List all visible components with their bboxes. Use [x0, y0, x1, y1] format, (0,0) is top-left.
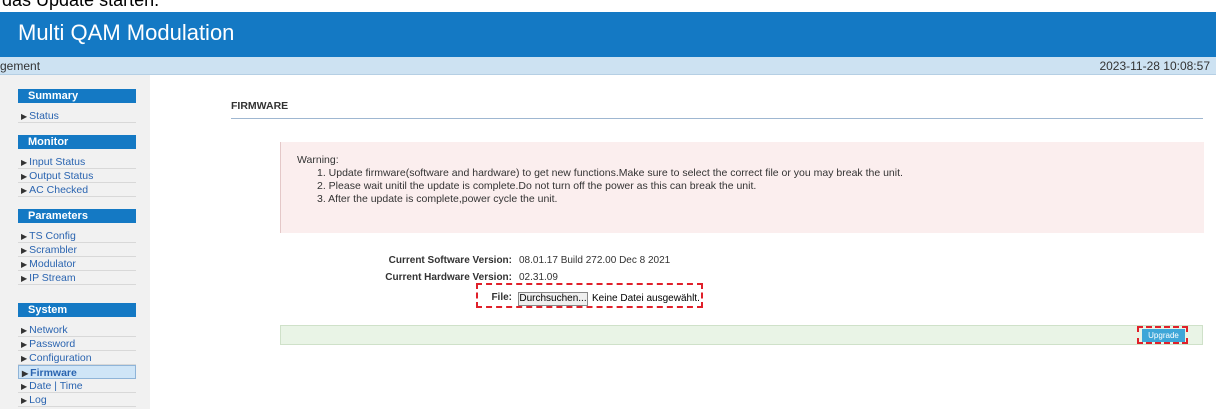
sidebar-item-label: Modulator [29, 258, 76, 270]
sidebar-item-label: Output Status [29, 170, 94, 182]
top-caption: das Update starten. [0, 0, 1216, 12]
sidebar-item-label: AC Checked [29, 184, 89, 196]
triangle-right-icon: ▶ [21, 274, 28, 283]
warning-line: 2. Please wait unitil the update is comp… [317, 180, 757, 192]
hardware-version-value: 02.31.09 [519, 272, 558, 283]
browse-file-button[interactable]: Durchsuchen... [518, 292, 588, 306]
sidebar-item-label: Input Status [29, 156, 86, 168]
software-version-value: 08.01.17 Build 272.00 Dec 8 2021 [519, 255, 671, 266]
sidebar-item-label: Firmware [30, 367, 77, 379]
triangle-right-icon: ▶ [21, 382, 28, 391]
top-caption-text: das Update starten. [2, 0, 160, 10]
sidebar-item-label: Scrambler [29, 244, 78, 256]
action-bar [280, 325, 1203, 345]
nav-group-parameters: Parameters ▶ TS Config ▶ Scrambler ▶ Modula… [18, 209, 136, 285]
hardware-version-label: Current Hardware Version: [385, 272, 512, 283]
sidebar-item-password[interactable]: ▶ Password [18, 337, 136, 351]
sidebar-item-label: Configuration [29, 352, 92, 364]
sidebar: Summary ▶ Status Monitor ▶ Input Status ▶ O… [0, 75, 150, 409]
triangle-right-icon: ▶ [21, 354, 28, 363]
triangle-right-icon: ▶ [21, 232, 28, 241]
triangle-right-icon: ▶ [21, 186, 28, 195]
app-title: Multi QAM Modulation [18, 20, 235, 45]
sidebar-item-ip-stream[interactable]: ▶ IP Stream [18, 271, 136, 285]
page-title: FIRMWARE [231, 100, 289, 112]
sidebar-item-label: Network [29, 324, 68, 336]
triangle-right-icon: ▶ [21, 158, 28, 167]
triangle-right-icon: ▶ [21, 326, 28, 335]
sidebar-item-label: Log [29, 394, 47, 406]
sidebar-item-label: IP Stream [29, 272, 76, 284]
sidebar-item-date-time[interactable]: ▶ Date | Time [18, 379, 136, 393]
nav-group-summary: Summary ▶ Status [18, 89, 136, 123]
sidebar-item-firmware[interactable]: ▶ Firmware [18, 365, 136, 379]
sidebar-item-ac-checked[interactable]: ▶ AC Checked [18, 183, 136, 197]
upgrade-button[interactable]: Upgrade [1142, 329, 1185, 342]
sidebar-item-label: Password [29, 338, 76, 350]
triangle-right-icon: ▶ [21, 260, 28, 269]
file-status-text: Keine Datei ausgewählt. [592, 293, 700, 304]
nav-group-monitor: Monitor ▶ Input Status ▶ Output Status ▶ AC… [18, 135, 136, 197]
sidebar-item-output-status[interactable]: ▶ Output Status [18, 169, 136, 183]
sidebar-item-label: Status [29, 110, 59, 122]
sidebar-item-label: TS Config [29, 230, 76, 242]
sidebar-item-scrambler[interactable]: ▶ Scrambler [18, 243, 136, 257]
software-version-label: Current Software Version: [388, 255, 512, 266]
warning-box: Warning: 1. Update firmware(software and… [280, 142, 1204, 233]
triangle-right-icon: ▶ [21, 246, 28, 255]
triangle-right-icon: ▶ [21, 172, 28, 181]
nav-group-header[interactable]: Summary [18, 89, 136, 103]
title-divider [231, 118, 1203, 119]
sidebar-item-network[interactable]: ▶ Network [18, 323, 136, 337]
breadcrumb: gement [0, 59, 41, 73]
warning-line: 3. After the update is complete,power cy… [317, 193, 558, 205]
nav-group-system: System ▶ Network ▶ Password ▶ Configuration… [18, 303, 136, 407]
nav-group-header[interactable]: Monitor [18, 135, 136, 149]
datetime-display: 2023-11-28 10:08:57 [1099, 59, 1210, 73]
warning-line: 1. Update firmware(software and hardware… [317, 167, 903, 179]
warning-title: Warning: [297, 154, 339, 166]
triangle-right-icon: ▶ [21, 396, 28, 405]
triangle-right-icon: ▶ [21, 112, 28, 121]
triangle-right-icon: ▶ [21, 340, 28, 349]
sidebar-item-label: Date | Time [29, 380, 83, 392]
sidebar-item-log[interactable]: ▶ Log [18, 393, 136, 407]
sub-bar: gement 2023-11-28 10:08:57 [0, 57, 1216, 75]
sidebar-item-input-status[interactable]: ▶ Input Status [18, 155, 136, 169]
sidebar-item-status[interactable]: ▶ Status [18, 109, 136, 123]
sidebar-item-ts-config[interactable]: ▶ TS Config [18, 229, 136, 243]
file-label: File: [491, 292, 512, 303]
nav-group-header[interactable]: System [18, 303, 136, 317]
sidebar-item-configuration[interactable]: ▶ Configuration [18, 351, 136, 365]
triangle-right-icon: ▶ [22, 369, 29, 378]
sidebar-item-modulator[interactable]: ▶ Modulator [18, 257, 136, 271]
nav-group-header[interactable]: Parameters [18, 209, 136, 223]
app-header: Multi QAM Modulation [0, 12, 1216, 57]
